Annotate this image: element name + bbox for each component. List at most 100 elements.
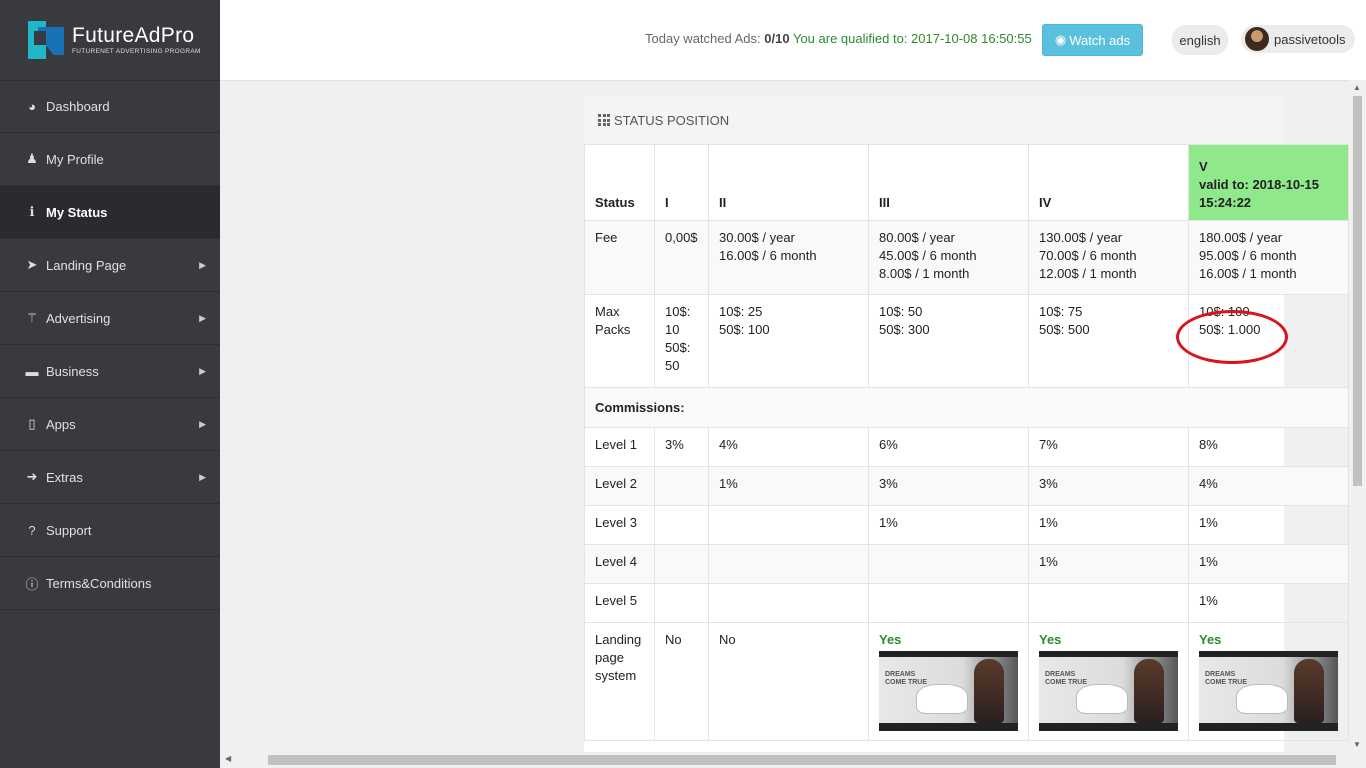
watched-label: Today watched Ads: [645, 31, 761, 46]
horizontal-scrollbar[interactable]: ◀ [220, 752, 1349, 768]
level-value [1028, 583, 1189, 623]
paper-plane-icon: ➤ [26, 257, 38, 272]
level-label: Level 2 [584, 466, 655, 506]
table-row: Level 1 3% 4% 6% 7% 8% [584, 427, 1349, 467]
logo[interactable]: FutureAdPro FUTURENET ADVERTISING PROGRA… [0, 0, 220, 80]
row-label-max-packs: Max Packs [584, 294, 655, 388]
sidebar-item-advertising[interactable]: ⚚ Advertising ▶ [0, 292, 220, 345]
sidebar-item-label: Business [46, 363, 99, 379]
vertical-scroll-thumb[interactable] [1353, 96, 1362, 486]
sidebar-item-label: Apps [46, 416, 76, 432]
watched-count: 0/10 [764, 31, 790, 46]
user-menu[interactable]: passivetools [1241, 25, 1355, 53]
scroll-down-icon[interactable]: ▼ [1353, 740, 1361, 749]
landing-preview-image[interactable]: DREAMS COME TRUE [1199, 651, 1338, 731]
landing-iv: Yes DREAMS COME TRUE [1028, 622, 1189, 741]
level-label: Level 4 [584, 544, 655, 584]
sidebar-item-label: My Status [46, 204, 108, 220]
chevron-right-icon: ▶ [199, 365, 206, 376]
commissions-row: Commissions: [584, 387, 1349, 428]
row-label-landing: Landing page system [584, 622, 655, 741]
level-v-valid-date: valid to: 2018-10-15 [1199, 177, 1319, 192]
max-packs-ii: 10$: 25 50$: 100 [708, 294, 869, 388]
level-label: Level 1 [584, 427, 655, 467]
top-header: Today watched Ads: 0/10 You are qualifie… [220, 0, 1366, 81]
col-header-status: Status [584, 144, 655, 221]
level-value [654, 544, 709, 584]
level-value [654, 466, 709, 506]
level-value: 1% [708, 466, 869, 506]
levels-body: Level 1 3% 4% 6% 7% 8% Level 2 1% 3% 3% 4% Level 31… [584, 427, 1349, 623]
landing-iii: Yes DREAMS COME TRUE [868, 622, 1029, 741]
status-table: Status I II III IV V valid to: 2018-10-1… [584, 144, 1349, 741]
horizontal-scroll-thumb[interactable] [268, 755, 1336, 765]
sidebar-item-dashboard[interactable]: ◕ Dashboard [0, 80, 220, 133]
sidebar-item-my-status[interactable]: ℹ My Status [0, 186, 220, 239]
fee-row: Fee 0,00$ 30.00$ / year 16.00$ / 6 month … [584, 220, 1349, 295]
level-value: 6% [868, 427, 1029, 467]
col-header-i: I [654, 144, 709, 221]
sidebar-item-apps[interactable]: ▯ Apps ▶ [0, 398, 220, 451]
logo-icon [28, 21, 66, 59]
sidebar-item-label: Terms&Conditions [46, 575, 152, 591]
avatar [1245, 27, 1269, 51]
sidebar-item-terms-conditions[interactable]: ⓘ Terms&Conditions [0, 557, 220, 610]
chevron-right-icon: ▶ [199, 312, 206, 323]
fee-ii: 30.00$ / year 16.00$ / 6 month [708, 220, 869, 295]
level-value [708, 544, 869, 584]
level-label: Level 5 [584, 583, 655, 623]
level-value [654, 505, 709, 545]
level-value: 3% [1028, 466, 1189, 506]
sidebar-item-label: Landing Page [46, 257, 127, 273]
question-icon: ? [28, 522, 36, 538]
level-value: 1% [1188, 505, 1349, 545]
level-value: 1% [1188, 583, 1349, 623]
fee-iv: 130.00$ / year 70.00$ / 6 month 12.00$ / 1… [1028, 220, 1189, 295]
sidebar-item-support[interactable]: ? Support [0, 504, 220, 557]
vertical-scrollbar[interactable]: ▲ ▼ [1349, 80, 1366, 752]
commissions-label: Commissions: [584, 387, 1349, 428]
level-value: 1% [1028, 544, 1189, 584]
info-icon: ℹ [29, 204, 35, 219]
language-selector[interactable]: english [1172, 25, 1228, 55]
fee-v: 180.00$ / year 95.00$ / 6 month 16.00$ / 1… [1188, 220, 1349, 295]
level-value: 1% [1028, 505, 1189, 545]
mobile-icon: ▯ [28, 416, 36, 431]
level-value: 7% [1028, 427, 1189, 467]
level-value: 8% [1188, 427, 1349, 467]
dashboard-icon: ◕ [28, 99, 36, 114]
info-circle-icon: ⓘ [25, 576, 39, 592]
max-packs-iv: 10$: 75 50$: 500 [1028, 294, 1189, 388]
landing-ii: No [708, 622, 869, 741]
sidebar-item-business[interactable]: ▬ Business ▶ [0, 345, 220, 398]
sidebar-item-landing-page[interactable]: ➤ Landing Page ▶ [0, 239, 220, 292]
brand-tagline: FUTURENET ADVERTISING PROGRAM [72, 48, 201, 55]
level-value [868, 583, 1029, 623]
eye-icon: ◉ [1054, 32, 1067, 47]
level-v-title: V [1199, 159, 1208, 174]
level-value [654, 583, 709, 623]
sidebar-item-label: Support [46, 522, 92, 538]
sidebar: FutureAdPro FUTURENET ADVERTISING PROGRA… [0, 0, 220, 768]
scroll-up-icon[interactable]: ▲ [1353, 83, 1361, 92]
sidebar-item-extras[interactable]: ➜ Extras ▶ [0, 451, 220, 504]
scroll-left-icon[interactable]: ◀ [225, 754, 231, 763]
landing-preview-image[interactable]: DREAMS COME TRUE [879, 651, 1018, 731]
red-annotation-circle [1176, 310, 1288, 364]
landing-preview-image[interactable]: DREAMS COME TRUE [1039, 651, 1178, 731]
level-value: 4% [708, 427, 869, 467]
max-packs-iii: 10$: 50 50$: 300 [868, 294, 1029, 388]
fee-i: 0,00$ [654, 220, 709, 295]
col-header-iii: III [868, 144, 1029, 221]
sidebar-item-my-profile[interactable]: ♟ My Profile [0, 133, 220, 186]
panel-title: STATUS POSITION [614, 112, 730, 128]
level-value: 4% [1188, 466, 1349, 506]
user-icon: ♟ [26, 151, 38, 166]
fee-iii: 80.00$ / year 45.00$ / 6 month 8.00$ / 1 m… [868, 220, 1029, 295]
briefcase-icon: ▬ [25, 363, 39, 379]
watch-ads-button[interactable]: ◉ Watch ads [1042, 24, 1143, 56]
landing-i: No [654, 622, 709, 741]
brand-name: FutureAdPro [72, 24, 195, 47]
max-packs-i: 10$: 10 50$: 50 [654, 294, 709, 388]
level-value [868, 544, 1029, 584]
